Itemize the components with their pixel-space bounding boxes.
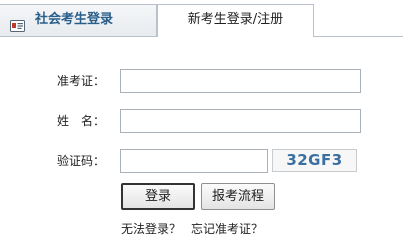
tab-bar: 社会考生登录 新考生登录/注册	[0, 0, 403, 37]
tab-new-candidate-login-register[interactable]: 新考生登录/注册	[157, 4, 314, 37]
forgot-ticket-link[interactable]: 忘记准考证？	[191, 221, 263, 237]
tab-social-candidate-login[interactable]: 社会考生登录	[0, 4, 157, 36]
captcha-image[interactable]: 32GF3	[272, 149, 357, 172]
login-button[interactable]: 登录	[121, 183, 195, 210]
ticket-number-input[interactable]	[120, 69, 361, 93]
name-label: 姓 名：	[57, 114, 106, 128]
id-card-icon	[10, 14, 25, 32]
captcha-label: 验证码：	[57, 154, 106, 168]
tab-label: 新考生登录/注册	[187, 12, 284, 27]
ticket-number-label: 准考证：	[57, 74, 106, 88]
tab-label: 社会考生登录	[35, 12, 114, 27]
name-input[interactable]	[120, 109, 361, 133]
cannot-login-link[interactable]: 无法登录？	[121, 221, 181, 237]
captcha-input[interactable]	[120, 149, 268, 173]
registration-process-button[interactable]: 报考流程	[201, 183, 275, 210]
